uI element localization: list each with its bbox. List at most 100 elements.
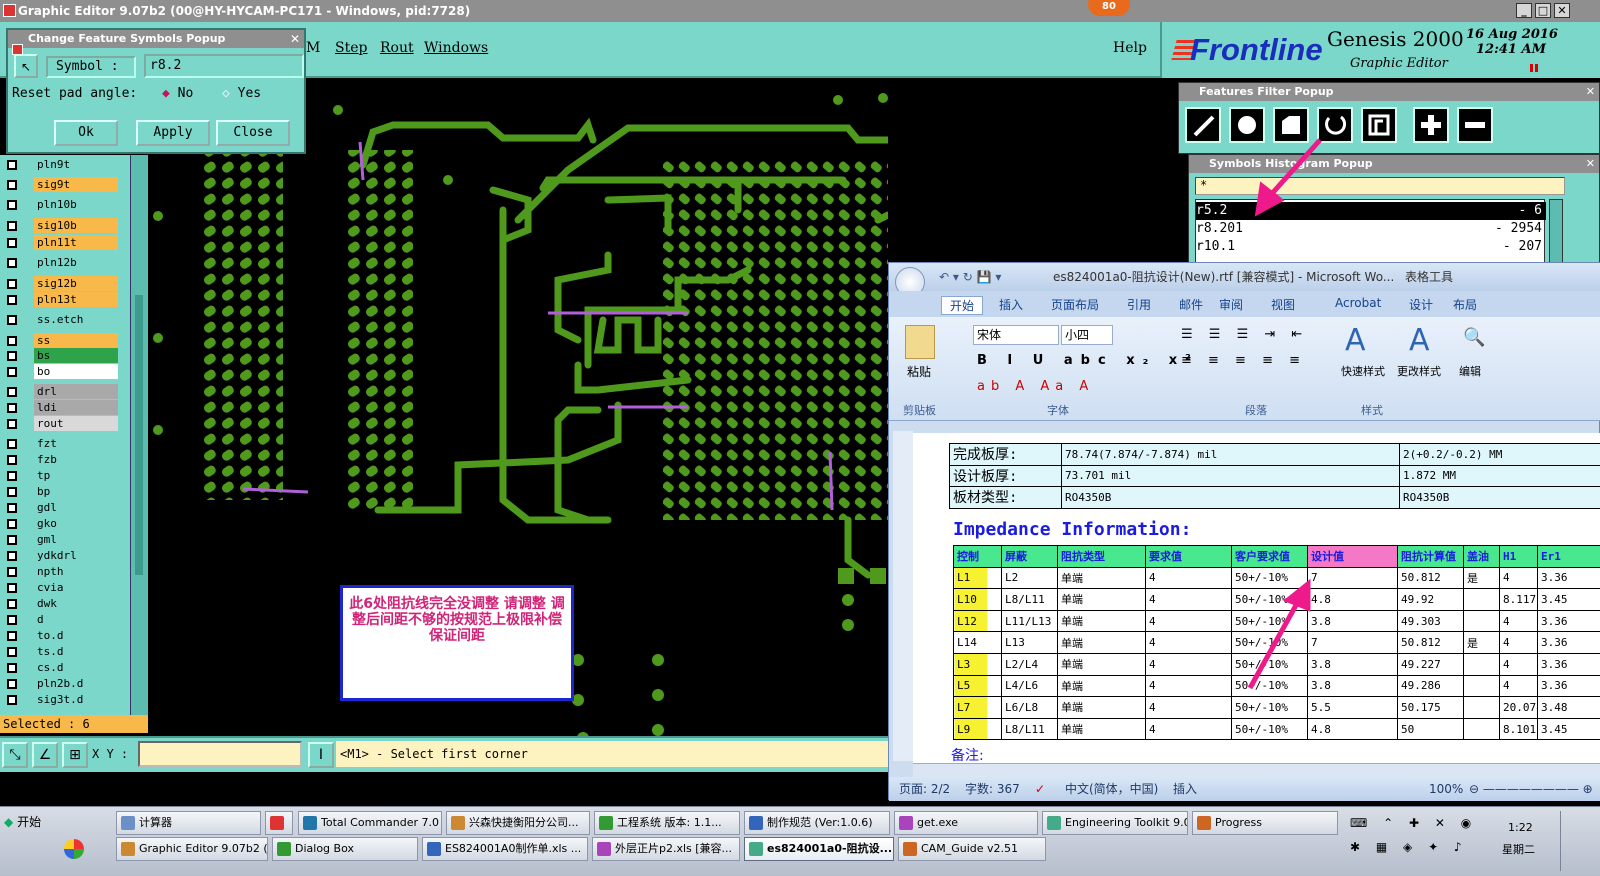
layer-item[interactable]: pln2b.d bbox=[2, 676, 118, 691]
layer-checkbox[interactable] bbox=[7, 200, 17, 210]
reset-no-radio[interactable]: ◆ No bbox=[162, 86, 193, 101]
edit-label[interactable]: 编辑 bbox=[1459, 363, 1481, 379]
layer-item[interactable]: bo bbox=[2, 364, 118, 379]
layer-name[interactable]: pln2b.d bbox=[34, 676, 118, 691]
clock[interactable]: 1:22 bbox=[1508, 821, 1533, 834]
table-cell[interactable]: 3.45 bbox=[1537, 588, 1600, 611]
table-row[interactable]: L12 L11/L13 单端 4 50+/-10% 3.8 49.303 4 3.36 bbox=[953, 609, 1600, 633]
table-cell[interactable]: 单端 bbox=[1057, 652, 1146, 676]
table-cell[interactable]: 3.8 bbox=[1307, 609, 1398, 633]
layer-name[interactable]: sig9t bbox=[34, 177, 118, 192]
taskbar-item[interactable]: 制作规范 (Ver:1.0.6) bbox=[744, 811, 890, 835]
tray-icons[interactable]: ⌨ ⌃ ✚ ✕ ◉ ✱ ▦ ◈ ✦ ♪ bbox=[1350, 811, 1480, 867]
table-cell[interactable]: 4 bbox=[1145, 588, 1232, 611]
table-cell[interactable]: 8.117 bbox=[1499, 588, 1538, 611]
selected-trace-5[interactable] bbox=[828, 451, 834, 511]
table-cell[interactable]: 50+/-10% bbox=[1231, 652, 1308, 676]
table-cell[interactable]: 4.8 bbox=[1307, 588, 1398, 611]
taskbar-item[interactable]: ES824001A0制作单.xls ... bbox=[422, 837, 588, 861]
table-cell[interactable]: L2/L4 bbox=[1001, 652, 1058, 676]
table-cell[interactable]: 20.078 bbox=[1499, 696, 1538, 719]
layer-item[interactable]: to.d bbox=[2, 628, 118, 643]
table-cell[interactable]: L7 bbox=[953, 696, 1002, 719]
table-cell[interactable]: 3.8 bbox=[1307, 652, 1398, 676]
table-cell[interactable] bbox=[1463, 717, 1500, 741]
layer-name[interactable]: pln13t bbox=[34, 292, 118, 307]
table-cell[interactable]: 49.303 bbox=[1397, 609, 1464, 633]
layer-item[interactable]: cvia bbox=[2, 580, 118, 595]
menu-rout[interactable]: Rout bbox=[380, 40, 414, 56]
table-cell[interactable]: 3.36 bbox=[1537, 652, 1600, 676]
layer-name[interactable]: rout bbox=[34, 416, 118, 431]
taskbar-item[interactable]: get.exe bbox=[894, 811, 1038, 835]
table-cell[interactable]: 50+/-10% bbox=[1231, 609, 1308, 633]
change-style-icon[interactable]: A bbox=[1409, 323, 1430, 358]
menu-m[interactable]: M bbox=[306, 40, 320, 56]
table-row[interactable]: L14 L13 单端 4 50+/-10% 7 50.812 是 4 3.36 bbox=[953, 631, 1600, 654]
taskbar-item[interactable]: Dialog Box bbox=[272, 837, 418, 861]
taskbar-item[interactable]: Total Commander 7.0 ... bbox=[298, 811, 442, 835]
info-icon[interactable]: Ⅰ bbox=[308, 742, 334, 768]
table-cell[interactable]: L9 bbox=[953, 717, 1002, 741]
table-cell[interactable]: L14 bbox=[953, 631, 1002, 654]
table-cell[interactable] bbox=[1463, 674, 1500, 698]
table-cell[interactable]: L2 bbox=[1001, 566, 1058, 590]
align-buttons[interactable]: ≡ ≡ ≡ ≡ ≡ bbox=[1181, 353, 1306, 368]
table-cell[interactable]: 4.8 bbox=[1307, 717, 1398, 741]
layer-item[interactable]: pln9t bbox=[2, 157, 118, 172]
table-cell[interactable]: 单端 bbox=[1057, 717, 1146, 741]
layer-name[interactable]: fzt bbox=[34, 436, 118, 451]
table-cell[interactable]: 50+/-10% bbox=[1231, 566, 1308, 590]
layer-checkbox[interactable] bbox=[7, 387, 17, 397]
layer-checkbox[interactable] bbox=[7, 519, 17, 529]
layer-checkbox[interactable] bbox=[7, 631, 17, 641]
table-cell[interactable]: L13 bbox=[1001, 631, 1058, 654]
layer-item[interactable]: gko bbox=[2, 516, 118, 531]
table-cell[interactable]: 50+/-10% bbox=[1231, 588, 1308, 611]
text-filter-icon[interactable] bbox=[1361, 107, 1397, 143]
arrow-icon[interactable]: ↖ bbox=[14, 54, 38, 78]
layer-checkbox[interactable] bbox=[7, 295, 17, 305]
layer-item[interactable]: fzt bbox=[2, 436, 118, 451]
undo-icon[interactable]: ↶ ▾ ↻ 💾 ▾ bbox=[939, 263, 1001, 291]
font-name-select[interactable]: 宋体 bbox=[973, 325, 1059, 345]
ribbon-tab[interactable]: Acrobat bbox=[1335, 296, 1381, 310]
ribbon-tab[interactable]: 布局 bbox=[1453, 296, 1477, 313]
table-cell[interactable]: 是 bbox=[1463, 631, 1500, 654]
table-cell[interactable] bbox=[1463, 609, 1500, 633]
surface-filter-icon[interactable] bbox=[1273, 107, 1309, 143]
paste-label[interactable]: 粘贴 bbox=[907, 363, 931, 380]
symbol-row[interactable]: r10.1- 207 bbox=[1196, 238, 1546, 256]
table-row[interactable]: L5 L4/L6 单端 4 50+/-10% 3.8 49.286 4 3.36 bbox=[953, 674, 1600, 698]
ribbon-tab[interactable]: 插入 bbox=[999, 296, 1023, 313]
layer-scrollbar[interactable] bbox=[130, 155, 148, 715]
layer-item[interactable]: ss.etch bbox=[2, 312, 118, 327]
table-cell[interactable] bbox=[1463, 696, 1500, 719]
layer-item[interactable]: rout bbox=[2, 416, 118, 431]
layer-name[interactable]: ldi bbox=[34, 400, 118, 415]
document-page[interactable]: 完成板厚: 78.74(7.874/-7.874) mil 2(+0.2/-0.2)… bbox=[913, 433, 1600, 764]
quick-style-icon[interactable]: A bbox=[1345, 323, 1366, 358]
insert-mode[interactable]: 插入 bbox=[1173, 777, 1197, 801]
scroll-thumb[interactable] bbox=[135, 295, 143, 575]
layer-name[interactable]: bo bbox=[34, 364, 118, 379]
symbol-filter-input[interactable]: * bbox=[1195, 177, 1565, 195]
table-row[interactable]: L10 L8/L11 单端 4 50+/-10% 4.8 49.92 8.117 3.45 bbox=[953, 588, 1600, 611]
popup-close-icon[interactable]: ✕ bbox=[290, 32, 300, 46]
table-cell[interactable]: L8/L11 bbox=[1001, 717, 1058, 741]
table-row[interactable]: L3 L2/L4 单端 4 50+/-10% 3.8 49.227 4 3.36 bbox=[953, 652, 1600, 676]
layer-item[interactable]: fzb bbox=[2, 452, 118, 467]
ribbon-tab[interactable]: 开始 bbox=[941, 296, 984, 315]
table-row[interactable]: L9 L8/L11 单端 4 50+/-10% 4.8 50 8.101 3.45 bbox=[953, 717, 1600, 741]
table-cell[interactable]: 4 bbox=[1499, 631, 1538, 654]
table-cell[interactable]: 4 bbox=[1499, 609, 1538, 633]
layer-name[interactable]: dwk bbox=[34, 596, 118, 611]
layer-checkbox[interactable] bbox=[7, 455, 17, 465]
remove-icon[interactable] bbox=[1457, 107, 1493, 143]
layer-name[interactable]: sig10b bbox=[34, 218, 118, 233]
table-cell[interactable]: 是 bbox=[1463, 566, 1500, 590]
layer-item[interactable]: ldi bbox=[2, 400, 118, 415]
table-row[interactable]: L7L6/L8单端450+/-10%5.550.175 20.0783.48 bbox=[953, 696, 1600, 719]
layer-name[interactable]: ss.etch bbox=[34, 312, 118, 327]
layer-item[interactable]: npth bbox=[2, 564, 118, 579]
